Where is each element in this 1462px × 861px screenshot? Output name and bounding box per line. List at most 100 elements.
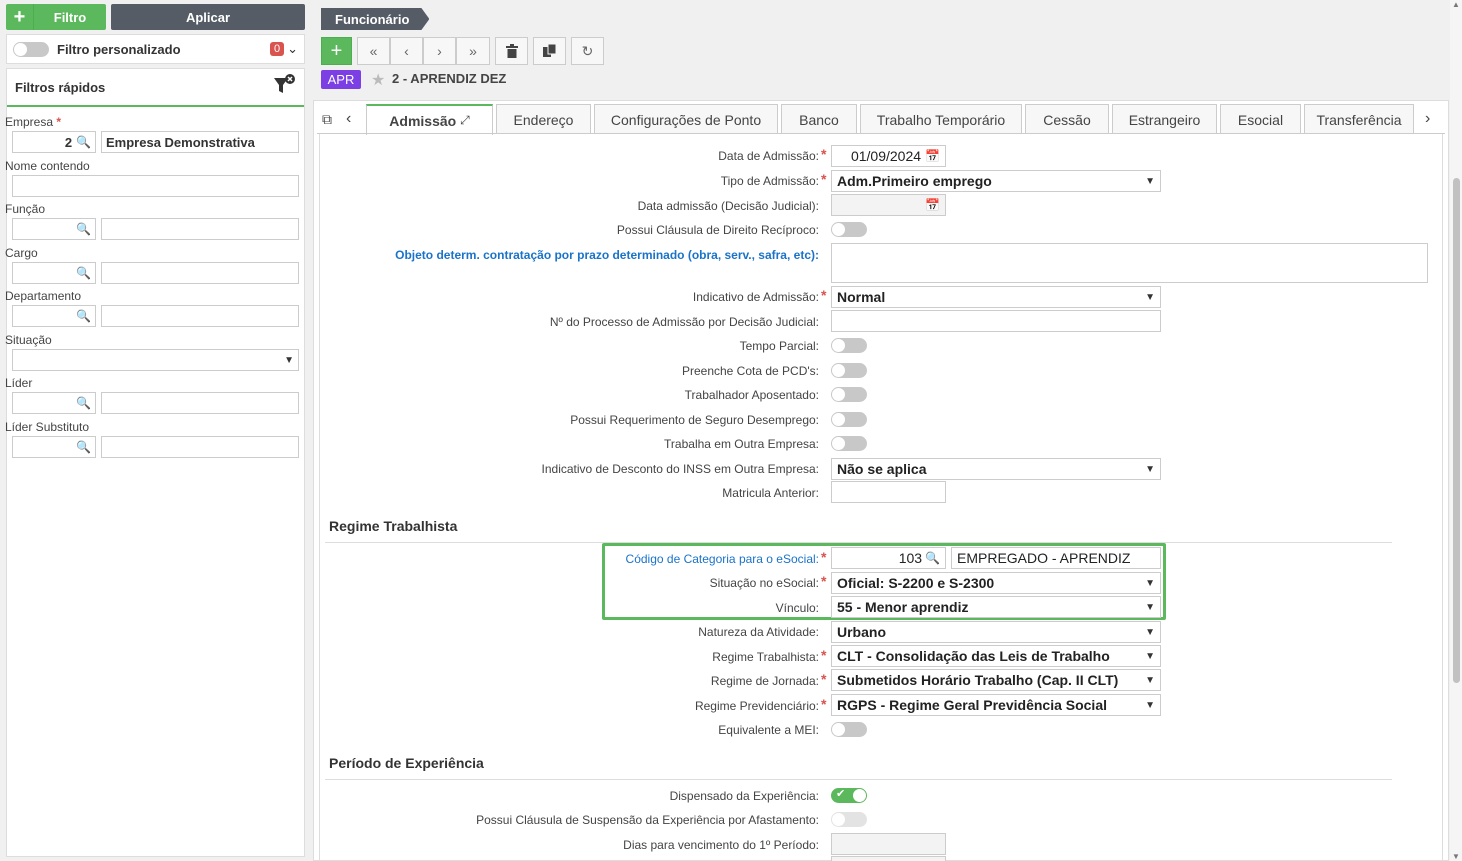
next-field-input[interactable] bbox=[831, 856, 946, 861]
search-icon[interactable]: 🔍 bbox=[76, 266, 91, 280]
empresa-code-input[interactable]: 2 🔍 bbox=[12, 131, 96, 153]
outra-empresa-toggle[interactable] bbox=[831, 436, 867, 451]
matricula-label: Matricula Anterior: bbox=[722, 486, 819, 500]
search-icon[interactable]: 🔍 bbox=[76, 222, 91, 236]
caret-down-icon: ▼ bbox=[1145, 463, 1155, 475]
dias-input[interactable] bbox=[831, 833, 946, 855]
last-record-icon[interactable]: » bbox=[456, 37, 490, 65]
processo-input[interactable] bbox=[831, 310, 1161, 332]
copy-icon[interactable] bbox=[533, 37, 566, 65]
pcd-toggle[interactable] bbox=[831, 363, 867, 378]
search-icon[interactable]: 🔍 bbox=[76, 309, 91, 323]
regime-trab-select[interactable]: CLT - Consolidação das Leis de Trabalho ▼ bbox=[831, 645, 1161, 667]
categoria-code-input[interactable]: 103 🔍 bbox=[831, 547, 946, 569]
clausula-label: Possui Cláusula de Direito Recíproco: bbox=[616, 223, 819, 237]
objeto-label: Objeto determ. contratação por prazo det… bbox=[395, 248, 819, 262]
employee-name: 2 - APRENDIZ DEZ bbox=[392, 71, 507, 86]
tabs-scroll-left-icon[interactable]: ‹ bbox=[346, 110, 351, 128]
chevron-down-icon[interactable]: ⌄ bbox=[287, 41, 298, 57]
data-admissao-label: Data de Admissão: bbox=[718, 149, 819, 163]
data-admissao-input[interactable]: 01/09/2024 📅 bbox=[831, 145, 946, 167]
tab-cessao[interactable]: Cessão bbox=[1025, 104, 1109, 134]
seguro-toggle[interactable] bbox=[831, 412, 867, 427]
cargo-code-input[interactable]: 🔍 bbox=[12, 262, 96, 284]
lider-substituto-code-input[interactable]: 🔍 bbox=[12, 436, 96, 458]
tipo-admissao-select[interactable]: Adm.Primeiro emprego ▼ bbox=[831, 170, 1161, 192]
natureza-select[interactable]: Urbano ▼ bbox=[831, 621, 1161, 643]
natureza-value: Urbano bbox=[837, 624, 886, 640]
vinculo-select[interactable]: 55 - Menor aprendiz ▼ bbox=[831, 596, 1161, 618]
tab-admissao[interactable]: Admissão ⤢ bbox=[366, 104, 493, 135]
data-judicial-input[interactable]: 📅 bbox=[831, 194, 946, 216]
inss-select[interactable]: Não se aplica ▼ bbox=[831, 458, 1161, 480]
filter-button[interactable]: + Filtro bbox=[6, 4, 106, 30]
tabs-menu-icon[interactable]: ⧉ bbox=[322, 111, 332, 128]
aposentado-toggle[interactable] bbox=[831, 387, 867, 402]
custom-filter-label: Filtro personalizado bbox=[57, 41, 181, 57]
search-icon[interactable]: 🔍 bbox=[925, 551, 940, 565]
indicativo-value: Normal bbox=[837, 289, 886, 305]
situacao-select[interactable]: ▼ bbox=[12, 349, 299, 371]
tab-configuracoes-ponto[interactable]: Configurações de Ponto bbox=[594, 104, 778, 134]
required-marker: * bbox=[821, 696, 827, 712]
search-icon[interactable]: 🔍 bbox=[76, 440, 91, 454]
suspensao-label: Possui Cláusula de Suspensão da Experiên… bbox=[476, 813, 819, 827]
tab-transferencia[interactable]: Transferência bbox=[1304, 104, 1414, 134]
tab-trabalho-temporario[interactable]: Trabalho Temporário bbox=[860, 104, 1022, 134]
mei-label: Equivalente a MEI: bbox=[718, 723, 819, 737]
required-marker: * bbox=[821, 146, 827, 162]
lider-name-field bbox=[101, 392, 299, 414]
cargo-label: Cargo bbox=[5, 246, 38, 260]
search-icon[interactable]: 🔍 bbox=[76, 396, 91, 410]
jornada-label: Regime de Jornada: bbox=[710, 674, 819, 688]
breadcrumb[interactable]: Funcionário bbox=[321, 8, 429, 30]
scroll-up-icon[interactable]: ▲ bbox=[1452, 0, 1460, 9]
tab-banco[interactable]: Banco bbox=[781, 104, 857, 134]
expand-icon[interactable]: ⤢ bbox=[460, 113, 470, 128]
scroll-down-icon[interactable]: ▼ bbox=[1452, 852, 1460, 861]
previd-value: RGPS - Regime Geral Previdência Social bbox=[837, 697, 1107, 713]
dias-label: Dias para vencimento do 1º Período: bbox=[623, 838, 819, 852]
calendar-icon[interactable]: 📅 bbox=[925, 198, 940, 212]
refresh-icon[interactable]: ↻ bbox=[571, 37, 604, 65]
tabs-scroll-right-icon[interactable]: › bbox=[1425, 110, 1430, 128]
delete-icon[interactable] bbox=[495, 37, 528, 65]
empresa-label: Empresa * bbox=[5, 115, 62, 129]
previd-select[interactable]: RGPS - Regime Geral Previdência Social ▼ bbox=[831, 694, 1161, 716]
tab-estrangeiro[interactable]: Estrangeiro bbox=[1112, 104, 1217, 134]
previd-label: Regime Previdenciário: bbox=[694, 699, 819, 713]
departamento-code-input[interactable]: 🔍 bbox=[12, 305, 96, 327]
scrollbar-thumb[interactable] bbox=[1453, 178, 1460, 683]
calendar-icon[interactable]: 📅 bbox=[925, 149, 940, 163]
nome-input[interactable] bbox=[12, 175, 299, 197]
objeto-textarea[interactable] bbox=[831, 243, 1428, 283]
indicativo-select[interactable]: Normal ▼ bbox=[831, 286, 1161, 308]
lider-substituto-label: Líder Substituto bbox=[5, 420, 90, 434]
mei-toggle[interactable] bbox=[831, 722, 867, 737]
clear-filter-icon[interactable] bbox=[272, 73, 296, 101]
vinculo-label: Vínculo: bbox=[775, 601, 819, 615]
situacao-esocial-select[interactable]: Oficial: S-2200 e S-2300 ▼ bbox=[831, 572, 1161, 594]
add-button[interactable]: + bbox=[321, 37, 352, 65]
filter-button-label: Filtro bbox=[53, 9, 87, 25]
apply-button[interactable]: Aplicar bbox=[111, 4, 305, 30]
clausula-toggle[interactable] bbox=[831, 222, 867, 237]
suspensao-toggle[interactable] bbox=[831, 812, 867, 827]
required-marker: * bbox=[821, 287, 827, 303]
jornada-select[interactable]: Submetidos Horário Trabalho (Cap. II CLT… bbox=[831, 669, 1161, 691]
page-scrollbar[interactable]: ▲ ▼ bbox=[1450, 0, 1462, 861]
next-record-icon[interactable]: › bbox=[423, 37, 456, 65]
first-record-icon[interactable]: « bbox=[357, 37, 390, 65]
lider-code-input[interactable]: 🔍 bbox=[12, 392, 96, 414]
tab-endereco[interactable]: Endereço bbox=[496, 104, 591, 134]
matricula-input[interactable] bbox=[831, 481, 946, 503]
natureza-label: Natureza da Atividade: bbox=[698, 625, 819, 639]
tempo-parcial-toggle[interactable] bbox=[831, 338, 867, 353]
search-icon[interactable]: 🔍 bbox=[76, 135, 91, 149]
previous-record-icon[interactable]: ‹ bbox=[390, 37, 423, 65]
star-icon[interactable]: ★ bbox=[371, 70, 385, 90]
tab-esocial[interactable]: Esocial bbox=[1220, 104, 1301, 134]
dispensado-toggle[interactable]: ✔ bbox=[831, 788, 867, 803]
funcao-code-input[interactable]: 🔍 bbox=[12, 218, 96, 240]
custom-filter-toggle[interactable] bbox=[13, 41, 49, 57]
